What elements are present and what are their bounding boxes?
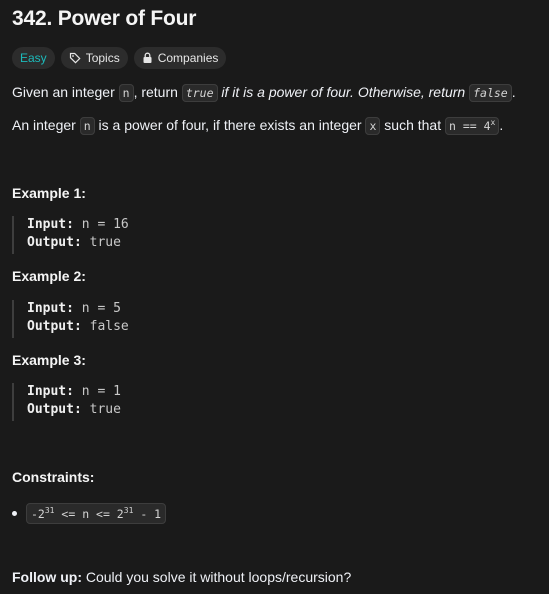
example-2-heading: Example 2: [12, 268, 86, 284]
input-label: Input: [27, 301, 74, 316]
text: Given an integer [12, 84, 119, 100]
bullet-dot [12, 510, 17, 516]
lock-icon [143, 52, 152, 63]
tag-icon [69, 52, 81, 64]
superscript: 31 [123, 506, 134, 515]
code-n: n [79, 117, 95, 135]
output-label: Output: [27, 402, 82, 417]
text: such that [380, 117, 445, 133]
difficulty-badge[interactable]: Easy [12, 47, 55, 69]
example-1-block: Input: n = 16 Output: true [12, 216, 129, 254]
input-value: n = 16 [73, 217, 129, 232]
code-x: x [365, 117, 381, 135]
topics-label: Topics [85, 51, 120, 65]
description-paragraph-1: Given an integer n, return true if it is… [12, 84, 516, 102]
superscript: x [490, 118, 496, 128]
text: An integer [12, 117, 80, 133]
output-value: true [81, 235, 121, 250]
example-2-block: Input: n = 5 Output: false [12, 300, 129, 338]
follow-up-text: Could you solve it without loops/recursi… [81, 569, 352, 585]
companies-tag[interactable]: Companies [133, 47, 227, 69]
text: if it is a power of four. Otherwise, ret… [217, 84, 470, 100]
topics-tag[interactable]: Topics [60, 47, 128, 69]
output-value: false [81, 319, 129, 334]
constraints-heading: Constraints: [12, 469, 95, 485]
example-1-heading: Example 1: [12, 185, 86, 201]
text: - 1 [133, 506, 162, 521]
example-3-block: Input: n = 1 Output: true [12, 383, 121, 421]
input-label: Input: [27, 384, 74, 399]
text: , return [133, 84, 182, 100]
tag-row: Easy Topics Companies [12, 47, 227, 69]
companies-label: Companies [157, 51, 219, 65]
code-true: true [181, 84, 218, 102]
text: . [511, 84, 516, 100]
input-value: n = 5 [73, 301, 121, 316]
follow-up-label: Follow up: [12, 569, 82, 585]
constraint-code: -231 <= n <= 231 - 1 [26, 503, 167, 524]
code-expression: n == 4x [445, 117, 500, 135]
description-paragraph-2: An integer n is a power of four, if ther… [12, 117, 504, 135]
follow-up: Follow up: Could you solve it without lo… [12, 569, 351, 585]
code-false: false [469, 84, 512, 102]
code-n: n [118, 84, 134, 102]
input-label: Input: [27, 217, 74, 232]
superscript: 31 [44, 506, 55, 515]
text: -2 [31, 506, 45, 521]
constraint-item: -231 <= n <= 231 - 1 [12, 503, 167, 524]
output-label: Output: [27, 319, 82, 334]
text: <= n <= 2 [54, 506, 124, 521]
output-value: true [81, 402, 121, 417]
output-label: Output: [27, 235, 82, 250]
text: is a power of four, if there exists an i… [94, 117, 366, 133]
text: n == 4 [449, 119, 491, 133]
input-value: n = 1 [73, 384, 121, 399]
example-3-heading: Example 3: [12, 352, 86, 368]
text: . [499, 117, 504, 133]
problem-title: 342. Power of Four [12, 7, 197, 30]
